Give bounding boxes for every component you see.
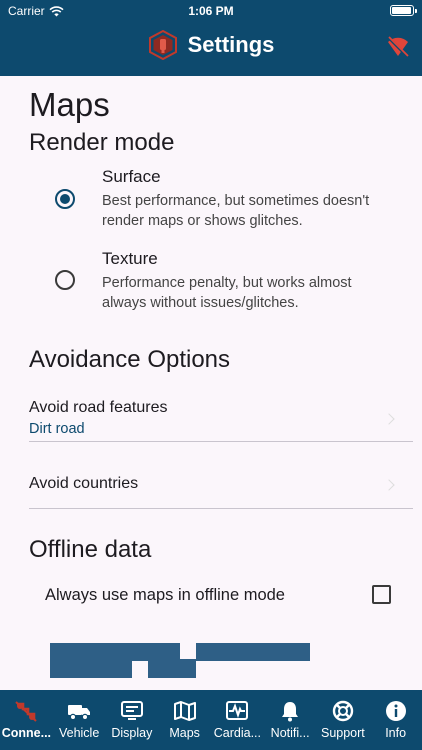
offline-mode-checkbox[interactable] xyxy=(372,585,391,604)
nav-label-display: Display xyxy=(111,726,153,740)
heart-rate-icon xyxy=(226,701,249,720)
map-icon xyxy=(173,701,196,721)
bottom-navigation: Conne... Vehicle Display Maps Cardia... … xyxy=(0,690,422,750)
offline-mode-row[interactable]: Always use maps in offline mode xyxy=(45,582,391,610)
nav-item-display[interactable]: Display xyxy=(106,690,159,750)
wifi-off-icon[interactable] xyxy=(386,36,410,58)
nav-label-info: Info xyxy=(385,726,407,740)
truck-icon xyxy=(68,705,91,721)
lifebuoy-icon xyxy=(332,700,354,722)
bell-icon xyxy=(282,702,299,722)
nav-label-connection: Conne... xyxy=(1,726,52,740)
nav-item-connection[interactable]: Conne... xyxy=(0,690,53,750)
nav-label-maps: Maps xyxy=(169,726,200,740)
info-icon xyxy=(385,701,406,721)
avoidance-section-title: Avoidance Options xyxy=(29,346,231,373)
radio-button-texture[interactable] xyxy=(55,270,75,290)
nav-item-info[interactable]: Info xyxy=(369,690,422,750)
display-icon xyxy=(120,701,143,720)
nav-item-cardia[interactable]: Cardia... xyxy=(211,690,264,750)
page-header-title: Settings xyxy=(187,32,275,57)
connection-off-icon xyxy=(15,701,38,722)
avoid-countries-label: Avoid countries xyxy=(29,475,139,492)
nav-item-notifications[interactable]: Notifi... xyxy=(264,690,317,750)
render-mode-title: Render mode xyxy=(29,129,175,156)
nav-item-vehicle[interactable]: Vehicle xyxy=(53,690,106,750)
top-app-bar: Carrier 1:06 PM Settings xyxy=(0,0,422,76)
avoid-countries-item[interactable]: Avoid countries xyxy=(29,475,413,509)
radio-label-surface: Surface xyxy=(102,167,161,186)
settings-content: Maps Render mode xyxy=(29,86,415,158)
header-title-group: Settings xyxy=(0,30,422,60)
page-title: Maps xyxy=(29,86,110,123)
radio-label-texture: Texture xyxy=(102,249,158,268)
ad-banner-placeholder xyxy=(50,643,310,678)
avoid-road-features-value: Dirt road xyxy=(29,421,85,437)
nav-label-notifications: Notifi... xyxy=(270,726,310,740)
offline-mode-label: Always use maps in offline mode xyxy=(45,586,285,604)
nav-item-support[interactable]: Support xyxy=(317,690,370,750)
offline-section-title: Offline data xyxy=(29,536,152,563)
clock: 1:06 PM xyxy=(188,4,234,18)
avoid-road-features-label: Avoid road features xyxy=(29,399,168,416)
avoid-road-features-item[interactable]: Avoid road features Dirt road xyxy=(29,399,413,442)
nav-label-support: Support xyxy=(320,726,365,740)
status-bar: Carrier 1:06 PM xyxy=(0,0,422,22)
radio-description-texture: Performance penalty, but works almost al… xyxy=(102,275,352,311)
battery-icon xyxy=(390,5,417,16)
nav-label-vehicle: Vehicle xyxy=(58,726,100,740)
radio-button-surface[interactable] xyxy=(55,189,75,209)
nav-label-cardia: Cardia... xyxy=(213,726,261,740)
radio-description-surface: Best performance, but sometimes doesn't … xyxy=(102,193,370,229)
hexagon-logo-icon xyxy=(148,30,177,60)
nav-item-maps[interactable]: Maps xyxy=(158,690,211,750)
